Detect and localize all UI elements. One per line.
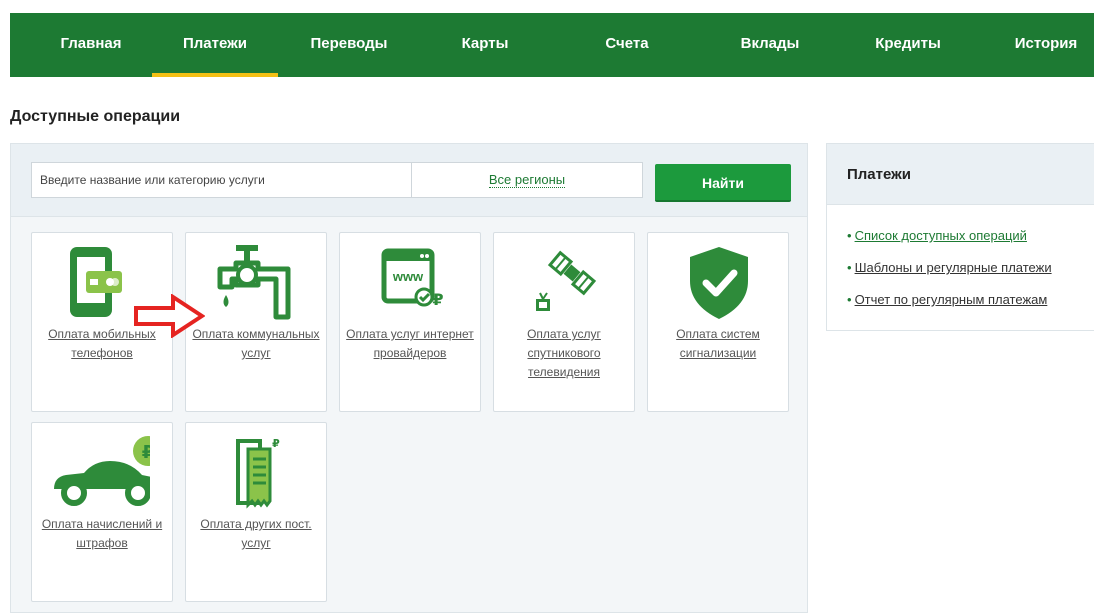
region-selector[interactable]: Все регионы xyxy=(411,162,643,198)
svg-text:₽: ₽ xyxy=(272,437,280,450)
annotation-arrow-icon xyxy=(134,294,205,338)
side-link-label: Отчет по регулярным платежам xyxy=(854,292,1048,307)
nav-item-history[interactable]: История xyxy=(1006,13,1086,77)
utility-tap-icon xyxy=(217,245,291,320)
region-selector-label: Все регионы xyxy=(488,172,566,188)
nav-item-transfers[interactable]: Переводы xyxy=(304,13,394,77)
tile-alarm-payment[interactable]: Оплата систем сигнализации xyxy=(647,232,789,412)
svg-text:www: www xyxy=(392,269,424,284)
nav-item-accounts[interactable]: Счета xyxy=(592,13,662,77)
tile-label: Оплата услуг спутникового телевидения xyxy=(527,327,601,379)
operations-panel: Все регионы Найти Оплата мобильных телеф… xyxy=(10,143,808,613)
side-panel-title: Платежи xyxy=(847,166,911,183)
tile-satellite-tv-payment[interactable]: Оплата услуг спутникового телевидения xyxy=(493,232,635,412)
tile-fines-payment[interactable]: ₽ Оплата начислений и штрафов xyxy=(31,422,173,602)
side-link-regular-report[interactable]: • Отчет по регулярным платежам xyxy=(847,292,1047,307)
find-button[interactable]: Найти xyxy=(655,164,791,202)
svg-text:₽: ₽ xyxy=(142,442,150,463)
tile-internet-payment[interactable]: www ₽ Оплата услуг интернет провайдеров xyxy=(339,232,481,412)
car-fine-icon: ₽ xyxy=(54,436,150,506)
tile-label: Оплата систем сигнализации xyxy=(676,327,760,360)
nav-item-cards[interactable]: Карты xyxy=(450,13,520,77)
side-link-label: Список доступных операций xyxy=(854,228,1027,243)
page-title: Доступные операции xyxy=(10,108,181,125)
side-link-operations-list[interactable]: • Список доступных операций xyxy=(847,228,1027,243)
tile-utility-payment[interactable]: Оплата коммунальных услуг xyxy=(185,232,327,412)
nav-item-deposits[interactable]: Вклады xyxy=(730,13,810,77)
www-internet-icon: www ₽ xyxy=(381,248,444,309)
top-navigation: Главная Платежи Переводы Карты Счета Вкл… xyxy=(10,13,1094,77)
tile-label: Оплата начислений и штрафов xyxy=(41,517,163,550)
nav-item-payments[interactable]: Платежи xyxy=(152,13,278,77)
svg-text:₽: ₽ xyxy=(432,290,443,309)
search-bar: Все регионы Найти xyxy=(11,144,807,217)
shield-check-icon xyxy=(690,247,748,319)
tile-label: Оплата коммунальных услуг xyxy=(192,327,320,360)
side-link-templates[interactable]: • Шаблоны и регулярные платежи xyxy=(847,260,1052,275)
search-input[interactable] xyxy=(31,162,411,198)
tile-label: Оплата услуг интернет провайдеров xyxy=(346,327,474,360)
receipt-icon: ₽ xyxy=(236,437,280,509)
payments-side-panel: Платежи • Список доступных операций • Шабл… xyxy=(826,143,1094,331)
side-panel-header: Платежи xyxy=(827,144,1094,205)
tile-label: Оплата других пост. услуг xyxy=(200,517,312,550)
nav-item-credits[interactable]: Кредиты xyxy=(868,13,948,77)
tile-other-services-payment[interactable]: ₽ Оплата других пост. услуг xyxy=(185,422,327,602)
satellite-tv-icon xyxy=(536,250,597,311)
side-link-label: Шаблоны и регулярные платежи xyxy=(854,260,1052,275)
nav-item-main[interactable]: Главная xyxy=(46,13,136,77)
